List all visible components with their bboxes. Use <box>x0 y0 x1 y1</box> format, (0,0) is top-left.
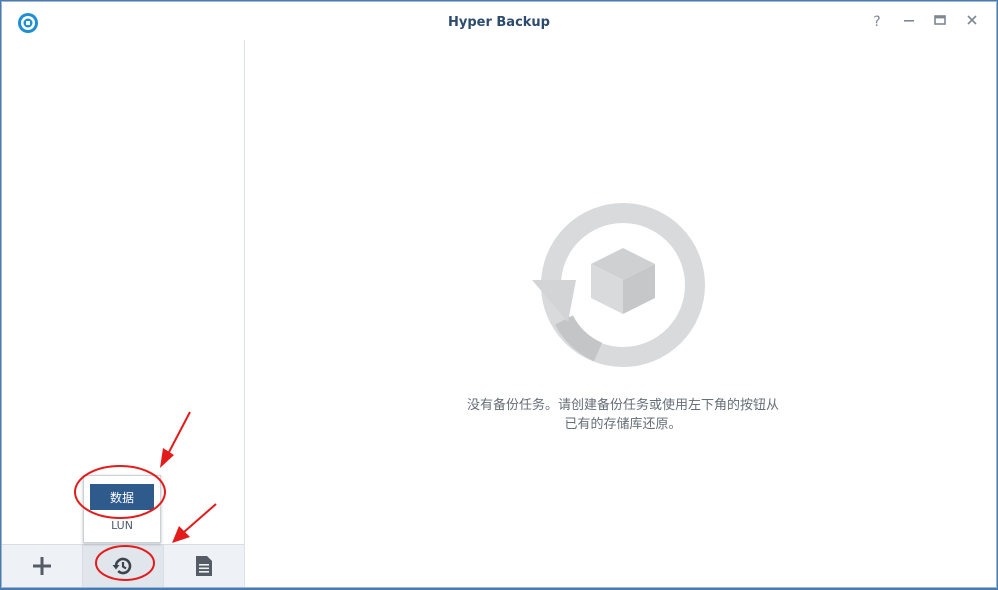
restore-button[interactable] <box>83 545 164 587</box>
minimize-button[interactable] <box>900 13 918 31</box>
maximize-icon <box>934 15 946 25</box>
plus-icon <box>33 557 51 575</box>
help-button[interactable]: ? <box>868 13 886 31</box>
title-bar: Hyper Backup ? <box>2 2 996 40</box>
menu-item-data[interactable]: 数据 <box>90 484 154 510</box>
empty-message-line2: 已有的存储库还原。 <box>564 417 682 432</box>
log-document-icon <box>196 556 212 576</box>
close-icon <box>967 15 977 25</box>
empty-message-line1: 没有备份任务。请创建备份任务或使用左下角的按钮从 <box>466 398 779 413</box>
main-panel: 没有备份任务。请创建备份任务或使用左下角的按钮从 已有的存储库还原。 <box>245 40 996 587</box>
create-task-button[interactable] <box>2 545 83 587</box>
close-button[interactable] <box>963 13 981 31</box>
restore-type-menu: 数据 LUN <box>83 475 161 543</box>
restore-history-icon <box>112 557 132 575</box>
sidebar-toolbar <box>2 544 244 587</box>
empty-backup-illustration-icon <box>532 203 705 367</box>
window-title: Hyper Backup <box>447 15 550 30</box>
maximize-button[interactable] <box>931 13 949 31</box>
log-button[interactable] <box>164 545 244 587</box>
empty-state-message: 没有备份任务。请创建备份任务或使用左下角的按钮从 已有的存储库还原。 <box>395 396 851 434</box>
minimize-icon <box>904 20 914 22</box>
menu-item-lun[interactable]: LUN <box>90 514 154 536</box>
